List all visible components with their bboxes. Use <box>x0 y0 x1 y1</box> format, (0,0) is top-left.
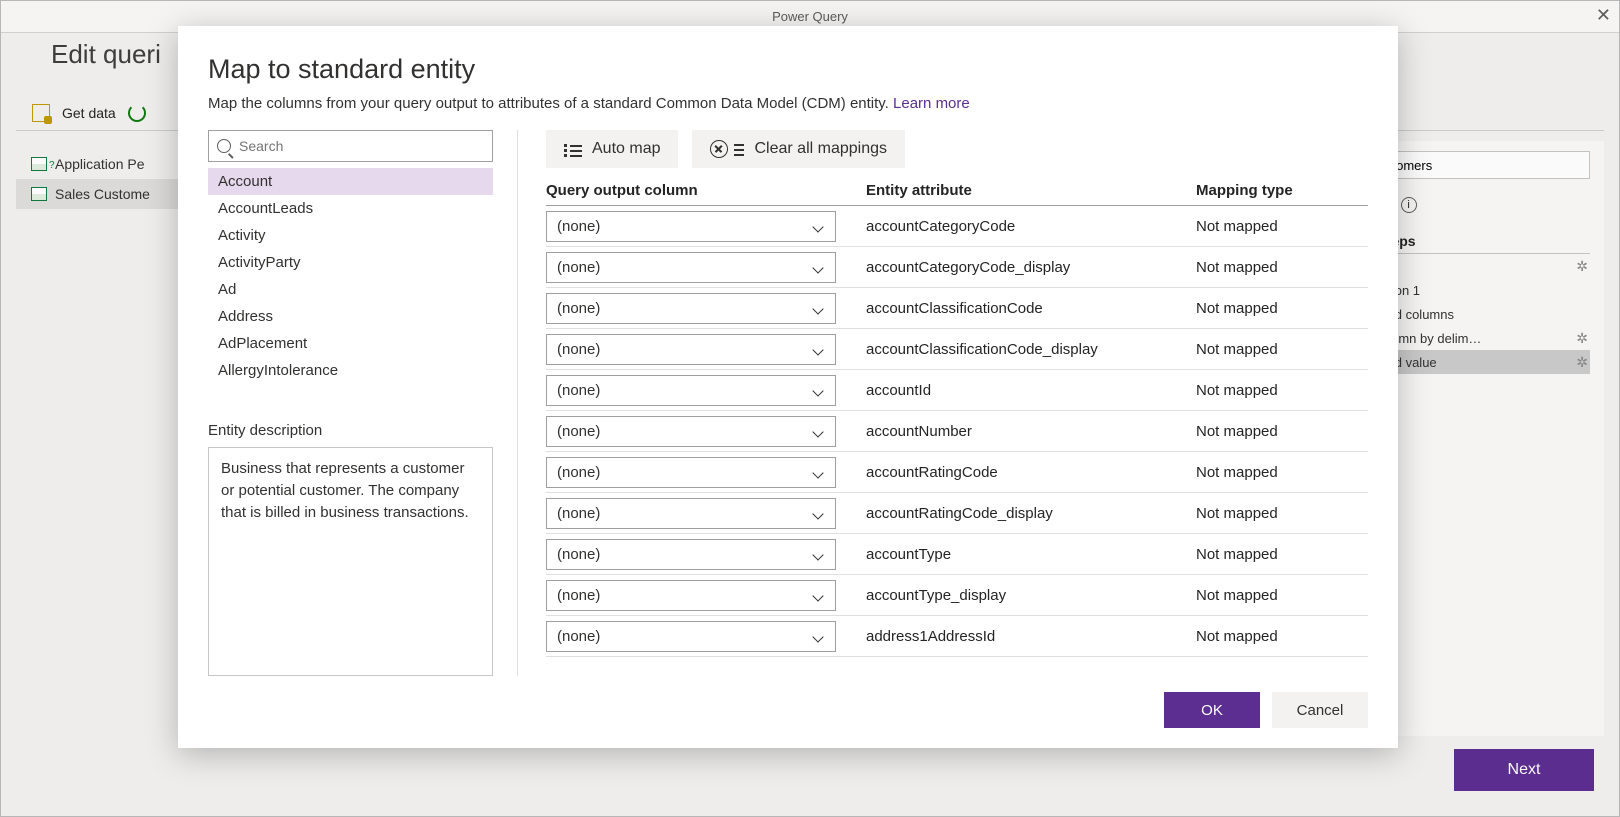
mapping-column: Auto map Clear all mappings Query output… <box>518 130 1368 676</box>
query-column-dropdown[interactable]: (none) <box>546 293 836 324</box>
query-column-dropdown[interactable]: (none) <box>546 375 836 406</box>
mapping-type-label: Not mapped <box>1196 423 1278 440</box>
ok-button[interactable]: OK <box>1164 692 1260 728</box>
mapping-row: (none) accountCategoryCode_displayNot map… <box>546 247 1368 288</box>
mapping-type-label: Not mapped <box>1196 259 1278 276</box>
mapping-table-body[interactable]: (none)accountCategoryCodeNot mapped(none… <box>546 206 1368 676</box>
mapping-row: (none) accountTypeNot mapped <box>546 534 1368 575</box>
clear-icon <box>710 140 728 158</box>
dropdown-value: (none) <box>557 259 600 276</box>
entity-item[interactable]: Address <box>208 303 493 330</box>
dialog-title: Map to standard entity <box>208 54 1368 85</box>
mapping-type-label: Not mapped <box>1196 464 1278 481</box>
entity-attribute-label: accountClassificationCode_display <box>866 341 1196 358</box>
col-header-attribute: Entity attribute <box>866 182 1196 199</box>
chevron-down-icon <box>813 220 825 232</box>
entity-picker-column: AccountAccountLeadsActivityActivityParty… <box>208 130 518 676</box>
mapping-row: (none) accountRatingCode_displayNot mappe… <box>546 493 1368 534</box>
mapping-type-label: Not mapped <box>1196 628 1278 645</box>
dropdown-value: (none) <box>557 505 600 522</box>
entity-item[interactable]: AllergyIntolerance <box>208 357 493 384</box>
mapping-row: (none) accountType_displayNot mapped <box>546 575 1368 616</box>
dropdown-value: (none) <box>557 546 600 563</box>
mapping-row: (none) accountClassificationCode_displayN… <box>546 329 1368 370</box>
dropdown-value: (none) <box>557 341 600 358</box>
cancel-button[interactable]: Cancel <box>1272 692 1368 728</box>
mapping-type-label: Not mapped <box>1196 382 1278 399</box>
mapping-type-label: Not mapped <box>1196 546 1278 563</box>
entity-attribute-label: accountType_display <box>866 587 1196 604</box>
mapping-row: (none) accountClassificationCodeNot mappe… <box>546 288 1368 329</box>
dropdown-value: (none) <box>557 423 600 440</box>
query-column-dropdown[interactable]: (none) <box>546 580 836 611</box>
entity-attribute-label: accountRatingCode <box>866 464 1196 481</box>
entity-attribute-label: accountCategoryCode <box>866 218 1196 235</box>
dialog-subtitle: Map the columns from your query output t… <box>208 95 1368 112</box>
entity-search[interactable] <box>208 130 493 162</box>
chevron-down-icon <box>813 589 825 601</box>
mapping-table-header: Query output column Entity attribute Map… <box>546 182 1368 206</box>
query-column-dropdown[interactable]: (none) <box>546 416 836 447</box>
query-column-dropdown[interactable]: (none) <box>546 621 836 652</box>
mapping-type-label: Not mapped <box>1196 218 1278 235</box>
entity-search-input[interactable] <box>237 137 484 155</box>
auto-map-icon <box>564 142 582 156</box>
chevron-down-icon <box>813 425 825 437</box>
col-header-type: Mapping type <box>1196 182 1336 199</box>
entity-item[interactable]: AdPlacement <box>208 330 493 357</box>
entity-attribute-label: accountType <box>866 546 1196 563</box>
chevron-down-icon <box>813 302 825 314</box>
mapping-row: (none) accountRatingCodeNot mapped <box>546 452 1368 493</box>
entity-item[interactable]: Account <box>208 168 493 195</box>
chevron-down-icon <box>813 507 825 519</box>
mapping-row: (none) accountIdNot mapped <box>546 370 1368 411</box>
entity-attribute-label: accountClassificationCode <box>866 300 1196 317</box>
learn-more-link[interactable]: Learn more <box>893 95 970 112</box>
entity-item[interactable]: Activity <box>208 222 493 249</box>
dropdown-value: (none) <box>557 464 600 481</box>
dropdown-value: (none) <box>557 587 600 604</box>
chevron-down-icon <box>813 630 825 642</box>
entity-attribute-label: accountId <box>866 382 1196 399</box>
chevron-down-icon <box>813 466 825 478</box>
query-column-dropdown[interactable]: (none) <box>546 252 836 283</box>
mapping-row: (none) accountNumberNot mapped <box>546 411 1368 452</box>
dropdown-value: (none) <box>557 382 600 399</box>
entity-item[interactable]: ActivityParty <box>208 249 493 276</box>
clear-lines-icon <box>734 142 744 156</box>
mapping-type-label: Not mapped <box>1196 300 1278 317</box>
dropdown-value: (none) <box>557 628 600 645</box>
chevron-down-icon <box>813 384 825 396</box>
mapping-type-label: Not mapped <box>1196 505 1278 522</box>
auto-map-button[interactable]: Auto map <box>546 130 678 168</box>
entity-item[interactable]: Ad <box>208 276 493 303</box>
query-column-dropdown[interactable]: (none) <box>546 334 836 365</box>
entity-description-label: Entity description <box>208 422 493 439</box>
query-column-dropdown[interactable]: (none) <box>546 211 836 242</box>
entity-attribute-label: accountNumber <box>866 423 1196 440</box>
chevron-down-icon <box>813 548 825 560</box>
dialog-footer: OK Cancel <box>208 692 1368 728</box>
query-column-dropdown[interactable]: (none) <box>546 498 836 529</box>
mapping-type-label: Not mapped <box>1196 587 1278 604</box>
col-header-query: Query output column <box>546 182 866 199</box>
chevron-down-icon <box>813 261 825 273</box>
map-entity-dialog: Map to standard entity Map the columns f… <box>178 26 1398 748</box>
chevron-down-icon <box>813 343 825 355</box>
mapping-row: (none) accountCategoryCodeNot mapped <box>546 206 1368 247</box>
entity-list[interactable]: AccountAccountLeadsActivityActivityParty… <box>208 168 493 400</box>
mapping-type-label: Not mapped <box>1196 341 1278 358</box>
mapping-row: (none) address1AddressIdNot mapped <box>546 616 1368 657</box>
entity-attribute-label: accountCategoryCode_display <box>866 259 1196 276</box>
clear-mappings-button[interactable]: Clear all mappings <box>692 130 905 168</box>
dropdown-value: (none) <box>557 300 600 317</box>
entity-description: Business that represents a customer or p… <box>208 447 493 676</box>
search-icon <box>217 139 231 153</box>
entity-attribute-label: address1AddressId <box>866 628 1196 645</box>
query-column-dropdown[interactable]: (none) <box>546 539 836 570</box>
query-column-dropdown[interactable]: (none) <box>546 457 836 488</box>
dropdown-value: (none) <box>557 218 600 235</box>
entity-attribute-label: accountRatingCode_display <box>866 505 1196 522</box>
entity-item[interactable]: AccountLeads <box>208 195 493 222</box>
